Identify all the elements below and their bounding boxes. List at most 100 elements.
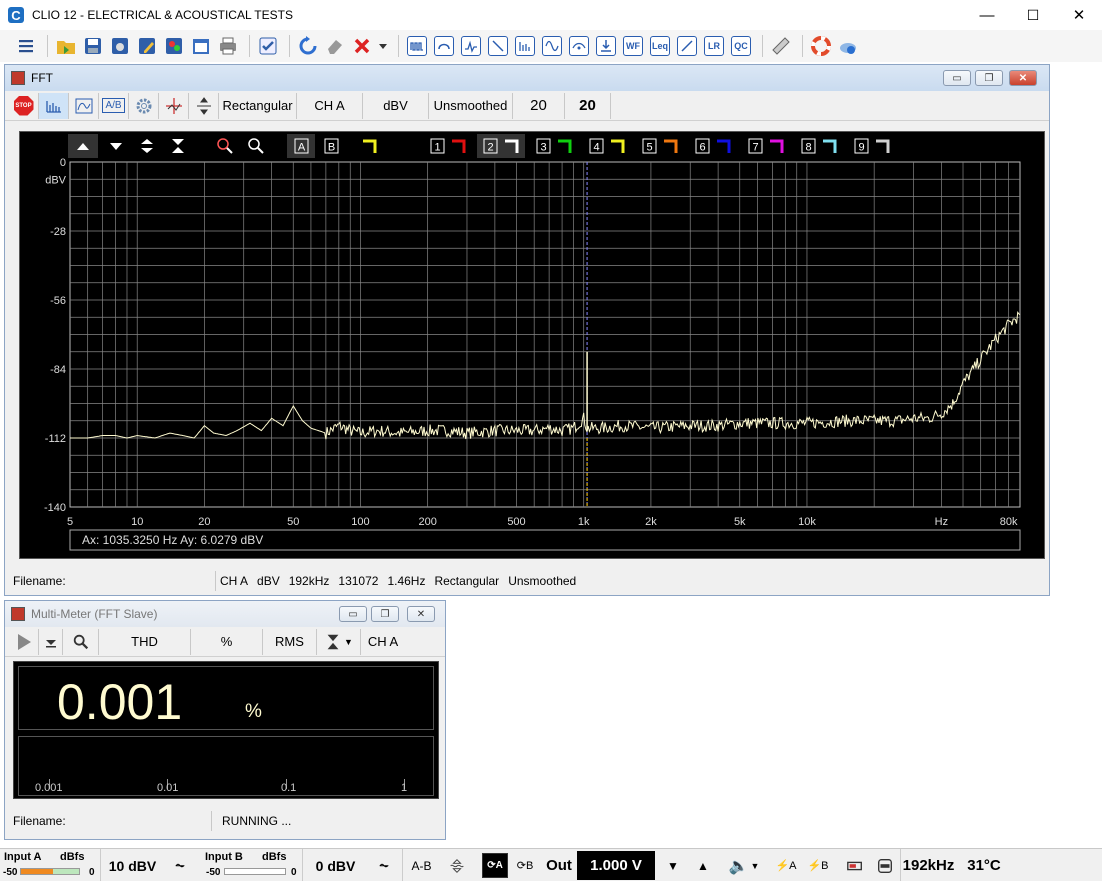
output-down-button[interactable]: ▼ <box>660 849 686 881</box>
eraser-icon[interactable] <box>323 34 347 58</box>
arrows-updown-icon <box>141 139 153 153</box>
unit-select[interactable]: % <box>191 628 263 655</box>
input-a-min: -50 <box>3 867 18 878</box>
mm-restore-button[interactable]: ❐ <box>371 606 399 622</box>
sinusoidal-icon[interactable] <box>432 34 456 58</box>
ab-label: A/B <box>102 98 125 113</box>
smoothing-select[interactable]: Unsmoothed <box>429 92 513 119</box>
waterfall-icon[interactable] <box>513 34 537 58</box>
loop-b-button[interactable]: ⟳ B <box>512 849 538 881</box>
maximize-button[interactable]: ☐ <box>1010 0 1056 30</box>
mm-minimize-button[interactable]: ▭ <box>339 606 367 622</box>
lr-icon[interactable]: LR <box>702 34 726 58</box>
refresh-icon[interactable] <box>296 34 320 58</box>
print-icon[interactable] <box>216 34 240 58</box>
help-icon[interactable] <box>809 34 833 58</box>
averages-input[interactable]: 20 <box>513 92 565 119</box>
sample-rate-select[interactable]: 192kHz <box>900 849 956 881</box>
play-dropdown[interactable] <box>39 628 63 655</box>
mls-icon[interactable] <box>405 34 429 58</box>
fft-close-button[interactable]: ✕ <box>1009 70 1037 86</box>
spectrum-view-button[interactable] <box>39 92 69 119</box>
ab-button[interactable]: A/B <box>99 92 129 119</box>
fft-restore-button[interactable]: ❐ <box>975 70 1003 86</box>
delete-icon[interactable] <box>350 34 374 58</box>
toolbar-separator <box>249 35 250 57</box>
mode-select[interactable]: RMS <box>263 628 317 655</box>
menu-icon[interactable] <box>14 34 38 58</box>
input-a-level <box>21 869 53 874</box>
zoom-button[interactable] <box>63 628 99 655</box>
fft-toolbar: STOP A/B Rectangular CH A dBV Unsmoothed… <box>5 91 1049 121</box>
autorange-b-button[interactable]: ⏦ <box>370 849 398 881</box>
palette-icon[interactable] <box>162 34 186 58</box>
impedance-button[interactable] <box>442 849 472 881</box>
app-title: CLIO 12 - ELECTRICAL & ACOUSTICAL TESTS <box>32 8 293 22</box>
input-a-unit: dBfs <box>60 851 85 863</box>
settings-button[interactable] <box>129 92 159 119</box>
play-button[interactable] <box>9 628 39 655</box>
vertical-zoom-button[interactable] <box>189 92 219 119</box>
output-up-button[interactable]: ▲ <box>690 849 716 881</box>
multimeter-titlebar[interactable]: Multi-Meter (FFT Slave) ▭ ❐ ✕ <box>5 601 445 627</box>
phantom-a-button[interactable]: ⚡ A <box>772 849 800 881</box>
bar-panel: 0.001 0.01 0.1 1 <box>18 736 434 796</box>
sweep-icon[interactable] <box>486 34 510 58</box>
output-level-input[interactable]: 1.000 V <box>577 851 655 880</box>
window-type-select[interactable]: Rectangular <box>219 92 297 119</box>
stop-button[interactable]: STOP <box>9 92 39 119</box>
wf-icon[interactable]: WF <box>621 34 645 58</box>
fft-plot[interactable]: A B 1 2 3 4 5 6 7 8 9 0 -28 -56 -84 -112 -140 dBV 5 10 20 50 1… <box>19 131 1045 559</box>
level-icon[interactable] <box>594 34 618 58</box>
battery-button[interactable] <box>842 849 868 881</box>
ab-diff-button[interactable]: A-B <box>402 849 440 881</box>
envelope-view-button[interactable] <box>69 92 99 119</box>
loop-a-button[interactable]: ⟳ A <box>482 853 508 878</box>
calendar-icon[interactable] <box>189 34 213 58</box>
checklist-icon[interactable] <box>256 34 280 58</box>
cursor-button[interactable] <box>159 92 189 119</box>
overlay-1-icon <box>452 139 466 153</box>
edit-icon[interactable] <box>135 34 159 58</box>
cloud-icon[interactable] <box>836 34 860 58</box>
channel-select[interactable]: CH A <box>297 92 363 119</box>
sine-icon[interactable] <box>540 34 564 58</box>
gear-icon <box>136 98 151 113</box>
input-a-max: 0 <box>89 867 95 878</box>
close-button[interactable]: ✕ <box>1056 0 1102 30</box>
x-tick-label: 10k <box>798 516 816 528</box>
ruler-icon[interactable] <box>769 34 793 58</box>
fft-window-titlebar[interactable]: FFT ▭ ❐ ✕ <box>5 65 1049 91</box>
qc-icon[interactable]: QC <box>729 34 753 58</box>
overlay-8-label: 8 <box>805 142 811 154</box>
multimeter-display: 0.001 % 0.001 0.01 0.1 1 <box>13 661 439 799</box>
marker-a-label: A <box>298 142 306 154</box>
mm-channel-select[interactable]: CH A <box>361 629 405 655</box>
mm-close-button[interactable]: ✕ <box>407 606 435 622</box>
curve-icon[interactable] <box>675 34 699 58</box>
phantom-b-button[interactable]: ⚡ B <box>804 849 832 881</box>
fft-minimize-button[interactable]: ▭ <box>943 70 971 86</box>
units-select[interactable]: dBV <box>363 92 429 119</box>
settings-save-icon[interactable] <box>108 34 132 58</box>
range-button[interactable]: ▼ <box>317 628 361 655</box>
save-icon[interactable] <box>81 34 105 58</box>
tone-icon[interactable] <box>567 34 591 58</box>
autorange-a-button[interactable]: ⏦ <box>166 849 194 881</box>
range-b-select[interactable]: 0 dBV <box>302 849 368 881</box>
hardware-button[interactable] <box>872 849 898 881</box>
range-a-select[interactable]: 10 dBV <box>100 849 164 881</box>
status-channel: CH A <box>220 574 249 588</box>
dropdown-icon[interactable] <box>377 34 389 58</box>
speaker-button[interactable]: 🔈 ▼ <box>722 849 766 881</box>
leq-icon[interactable]: Leq <box>648 34 672 58</box>
minimize-button[interactable]: — <box>964 0 1010 30</box>
overlay-3-icon <box>558 139 572 153</box>
status-rate: 192kHz <box>288 574 330 588</box>
fft-icon[interactable] <box>459 34 483 58</box>
status-units: dBV <box>257 574 280 588</box>
open-folder-icon[interactable] <box>54 34 78 58</box>
status-size: 131072 <box>338 574 379 588</box>
fft-window-icon <box>11 71 25 85</box>
measure-select[interactable]: THD <box>99 628 191 655</box>
